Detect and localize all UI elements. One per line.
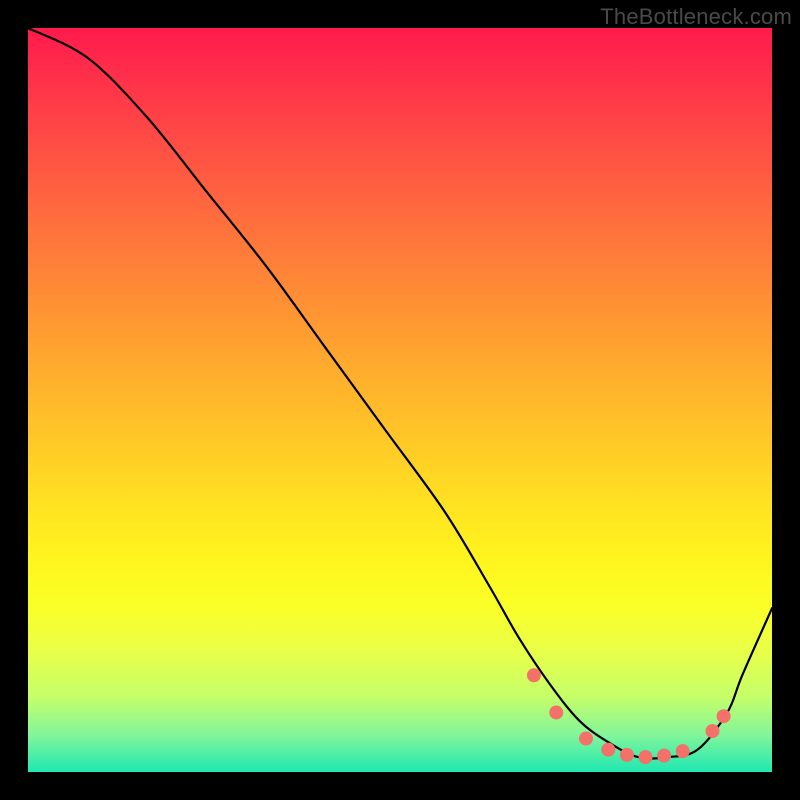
curve-layer <box>28 28 772 772</box>
marker-dot <box>579 732 593 746</box>
curve-markers <box>527 668 731 764</box>
main-curve <box>28 28 772 759</box>
marker-dot <box>717 709 731 723</box>
marker-dot <box>527 668 541 682</box>
marker-dot <box>620 748 634 762</box>
marker-dot <box>601 743 615 757</box>
plot-area <box>28 28 772 772</box>
marker-dot <box>657 749 671 763</box>
chart-container: TheBottleneck.com <box>0 0 800 800</box>
watermark-text: TheBottleneck.com <box>600 4 792 30</box>
marker-dot <box>676 744 690 758</box>
marker-dot <box>549 705 563 719</box>
marker-dot <box>705 724 719 738</box>
marker-dot <box>639 750 653 764</box>
